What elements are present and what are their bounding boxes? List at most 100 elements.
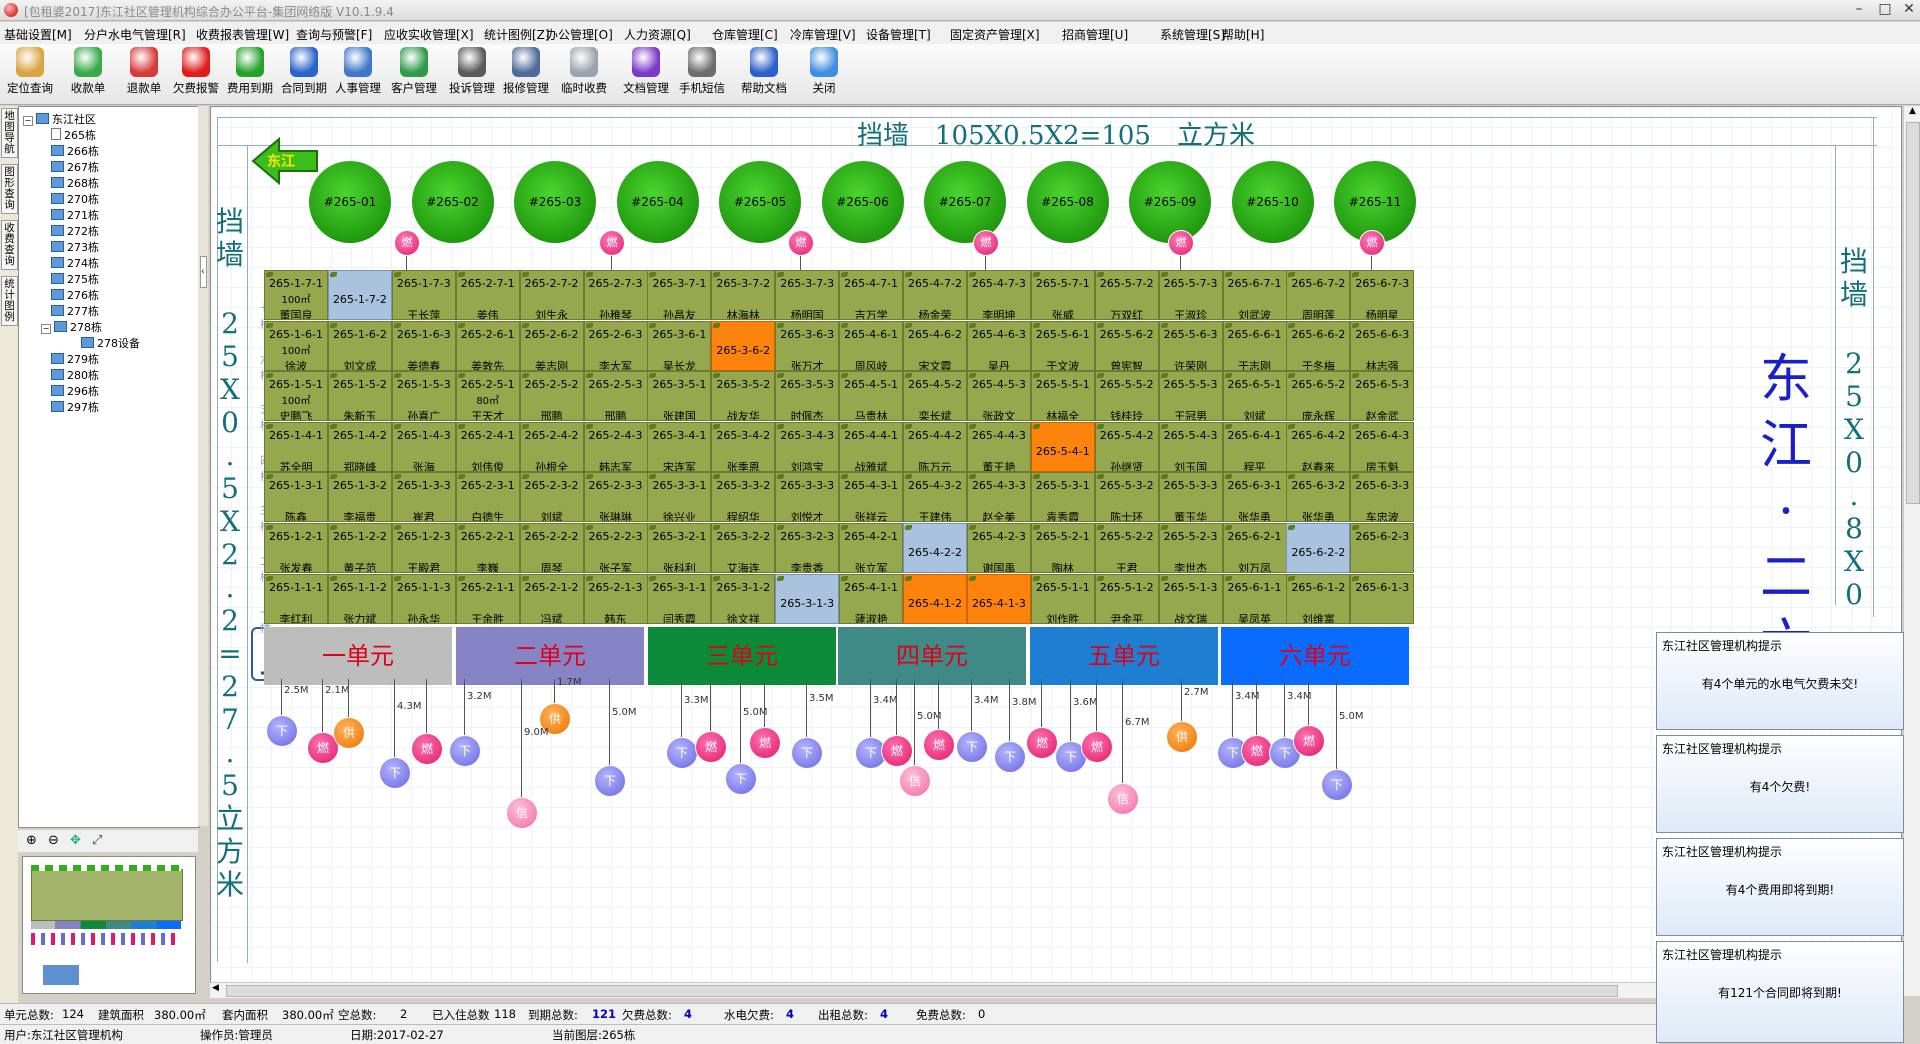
apartment-cell[interactable]: 265-3-5-1 张建国	[647, 371, 712, 421]
apartment-cell[interactable]: 265-2-2-3 张子军	[583, 523, 648, 573]
tree-item[interactable]: 272栋	[51, 223, 99, 239]
apartment-cell[interactable]: 265-5-5-2 钱桂玲	[1094, 371, 1159, 421]
menu-item-2[interactable]: 收费报表管理[W]	[196, 26, 289, 43]
apartment-cell[interactable]: 265-5-7-1 张威	[1030, 270, 1095, 320]
unit-bar[interactable]: 五单元	[1030, 627, 1218, 685]
menu-item-9[interactable]: 冷库管理[V]	[790, 26, 856, 43]
toolbar-button-7[interactable]: 客户管理	[388, 47, 440, 103]
apartment-cell[interactable]: 265-1-3-3 崔君	[391, 472, 456, 522]
apartment-cell[interactable]: 265-6-2-3	[1350, 523, 1415, 573]
apartment-cell[interactable]: 265-5-5-3 王冠男	[1158, 371, 1223, 421]
apartment-cell[interactable]: 265-2-2-1 李巍	[455, 523, 520, 573]
apartment-cell[interactable]: 265-5-5-1 林福全	[1030, 371, 1095, 421]
tree-item[interactable]: 271栋	[51, 207, 99, 223]
tree-item[interactable]: 270栋	[51, 191, 99, 207]
apartment-cell[interactable]: 265-2-3-1 白德生	[455, 472, 520, 522]
apartment-cell[interactable]: 265-1-6-2 刘文成	[327, 321, 392, 371]
apartment-cell[interactable]: 265-6-1-1 吴凤英	[1222, 574, 1287, 624]
notification-toast[interactable]: 东江社区管理机构提示 有4个欠费!	[1656, 735, 1904, 833]
apartment-cell[interactable]: 265-4-4-3 董王艳	[966, 422, 1031, 472]
apartment-cell[interactable]: 265-1-2-2 黄子范	[327, 523, 392, 573]
apartment-cell[interactable]: 265-1-1-2 张力斌	[327, 574, 392, 624]
building-marker[interactable]: #265-10	[1231, 161, 1314, 243]
toolbar-button-2[interactable]: 退款单	[118, 47, 170, 103]
apartment-cell[interactable]: 265-1-3-2 李福贵	[327, 472, 392, 522]
gas-meter-icon[interactable]: 燃	[1168, 230, 1194, 256]
apartment-cell[interactable]: 265-2-4-3 韩志军	[583, 422, 648, 472]
apartment-cell[interactable]: 265-1-1-3 孙永华	[391, 574, 456, 624]
apartment-cell[interactable]: 265-1-6-1 100㎡ 徐波	[264, 321, 328, 371]
toolbar-button-9[interactable]: 报修管理	[500, 47, 552, 103]
apartment-cell[interactable]: 265-1-7-1 100㎡ 董国良	[264, 270, 328, 320]
apartment-cell[interactable]: 265-4-2-1 张立军	[839, 523, 904, 573]
apartment-cell[interactable]: 265-1-5-2 朱新玉	[327, 371, 392, 421]
unit-bar[interactable]: 一单元	[264, 627, 452, 685]
apartment-cell[interactable]: 265-1-4-2 郑晓峰	[327, 422, 392, 472]
apartment-cell[interactable]: 265-6-7-1 刘武波	[1222, 270, 1287, 320]
apartment-cell[interactable]: 265-1-4-3 张海	[391, 422, 456, 472]
apartment-cell[interactable]: 265-2-1-2 冯斌	[519, 574, 584, 624]
zoom-in-icon[interactable]: ⊕	[26, 833, 37, 848]
apartment-cell[interactable]: 265-6-4-1 程平	[1222, 422, 1287, 472]
supply-meter-icon[interactable]: 供	[1166, 721, 1198, 753]
apartment-cell[interactable]: 265-4-4-1 战雅斌	[839, 422, 904, 472]
apartment-cell[interactable]: 265-3-7-3 杨明国	[775, 270, 840, 320]
apartment-cell[interactable]: 265-1-2-3 王殿君	[391, 523, 456, 573]
down-meter-icon[interactable]: 下	[266, 715, 298, 747]
toolbar-button-5[interactable]: 合同到期	[278, 47, 330, 103]
menu-item-0[interactable]: 基础设置[M]	[4, 26, 72, 43]
apartment-cell[interactable]: 265-4-1-3	[966, 574, 1031, 624]
toolbar-button-3[interactable]: 欠费报警	[170, 47, 222, 103]
notification-toast[interactable]: 东江社区管理机构提示 有121个合同即将到期!	[1656, 941, 1904, 1043]
tree-item[interactable]: 296栋	[51, 383, 99, 399]
apartment-cell[interactable]: 265-1-5-3 孙喜广	[391, 371, 456, 421]
gas-meter-icon[interactable]: 燃	[973, 230, 999, 256]
apartment-cell[interactable]: 265-2-7-1 姜伟	[455, 270, 520, 320]
tree-item[interactable]: 297栋	[51, 399, 99, 415]
apartment-cell[interactable]: 265-5-7-2 万双红	[1094, 270, 1159, 320]
scroll-left-icon[interactable]: ◀	[212, 983, 219, 993]
building-marker[interactable]: #265-07	[924, 161, 1006, 243]
fit-view-icon[interactable]: ⤢	[92, 833, 102, 848]
apartment-cell[interactable]: 265-6-5-3 赵金武	[1350, 371, 1415, 421]
apartment-cell[interactable]: 265-5-1-2 尹金平	[1094, 574, 1159, 624]
apartment-cell[interactable]: 265-5-3-2 陈士环	[1094, 472, 1159, 522]
apartment-cell[interactable]: 265-4-4-2 陈万元	[903, 422, 967, 472]
apartment-cell[interactable]: 265-2-4-2 孙根全	[519, 422, 584, 472]
menu-item-11[interactable]: 固定资产管理[X]	[950, 26, 1040, 43]
tree-item[interactable]: 273栋	[51, 239, 99, 255]
apartment-cell[interactable]: 265-3-1-3	[775, 574, 840, 624]
menu-item-7[interactable]: 人力资源[Q]	[624, 26, 691, 43]
down-meter-icon[interactable]: 下	[725, 763, 757, 795]
apartment-cell[interactable]: 265-4-7-3 李明坤	[966, 270, 1031, 320]
zoom-out-icon[interactable]: ⊖	[48, 833, 59, 848]
apartment-cell[interactable]: 265-3-5-3 时佩杰	[775, 371, 840, 421]
apartment-cell[interactable]: 265-3-5-2 战友华	[711, 371, 776, 421]
gas-meter-icon[interactable]: 燃	[1026, 727, 1058, 759]
apartment-cell[interactable]: 265-5-4-1	[1030, 422, 1095, 472]
apartment-cell[interactable]: 265-3-7-1 孙昌友	[647, 270, 712, 320]
menu-item-3[interactable]: 查询与预警[F]	[296, 26, 372, 43]
tree-item[interactable]: 267栋	[51, 159, 99, 175]
gas-meter-icon[interactable]: 燃	[1081, 731, 1113, 763]
gas-meter-icon[interactable]: 燃	[1293, 725, 1325, 757]
apartment-cell[interactable]: 265-5-7-3 王淑珍	[1158, 270, 1223, 320]
gas-meter-icon[interactable]: 燃	[599, 230, 625, 256]
left-tab-3[interactable]: 统计图例	[1, 276, 18, 326]
apartment-cell[interactable]: 265-3-1-2 徐文祥	[711, 574, 776, 624]
menu-item-12[interactable]: 招商管理[U]	[1062, 26, 1128, 43]
tree-item[interactable]: 276栋	[51, 287, 99, 303]
apartment-cell[interactable]: 265-5-4-2 孙继贤	[1094, 422, 1159, 472]
apartment-cell[interactable]: 265-2-3-3 张琳琳	[583, 472, 648, 522]
vertical-scroll-thumb[interactable]	[1906, 122, 1920, 504]
apartment-cell[interactable]: 265-3-6-3 张万才	[775, 321, 840, 371]
maximize-button[interactable]: □	[1872, 1, 1898, 18]
apartment-cell[interactable]: 265-4-7-1 吉万学	[839, 270, 904, 320]
gas-meter-icon[interactable]: 燃	[749, 727, 781, 759]
unit-bar[interactable]: 三单元	[648, 627, 836, 685]
collapse-icon[interactable]: −	[41, 324, 51, 334]
tree-item[interactable]: 274栋	[51, 255, 99, 271]
apartment-cell[interactable]: 265-6-1-3	[1350, 574, 1415, 624]
apartment-cell[interactable]: 265-2-4-1 刘伟俊	[455, 422, 520, 472]
apartment-cell[interactable]: 265-2-7-3 孙稚琴	[583, 270, 648, 320]
